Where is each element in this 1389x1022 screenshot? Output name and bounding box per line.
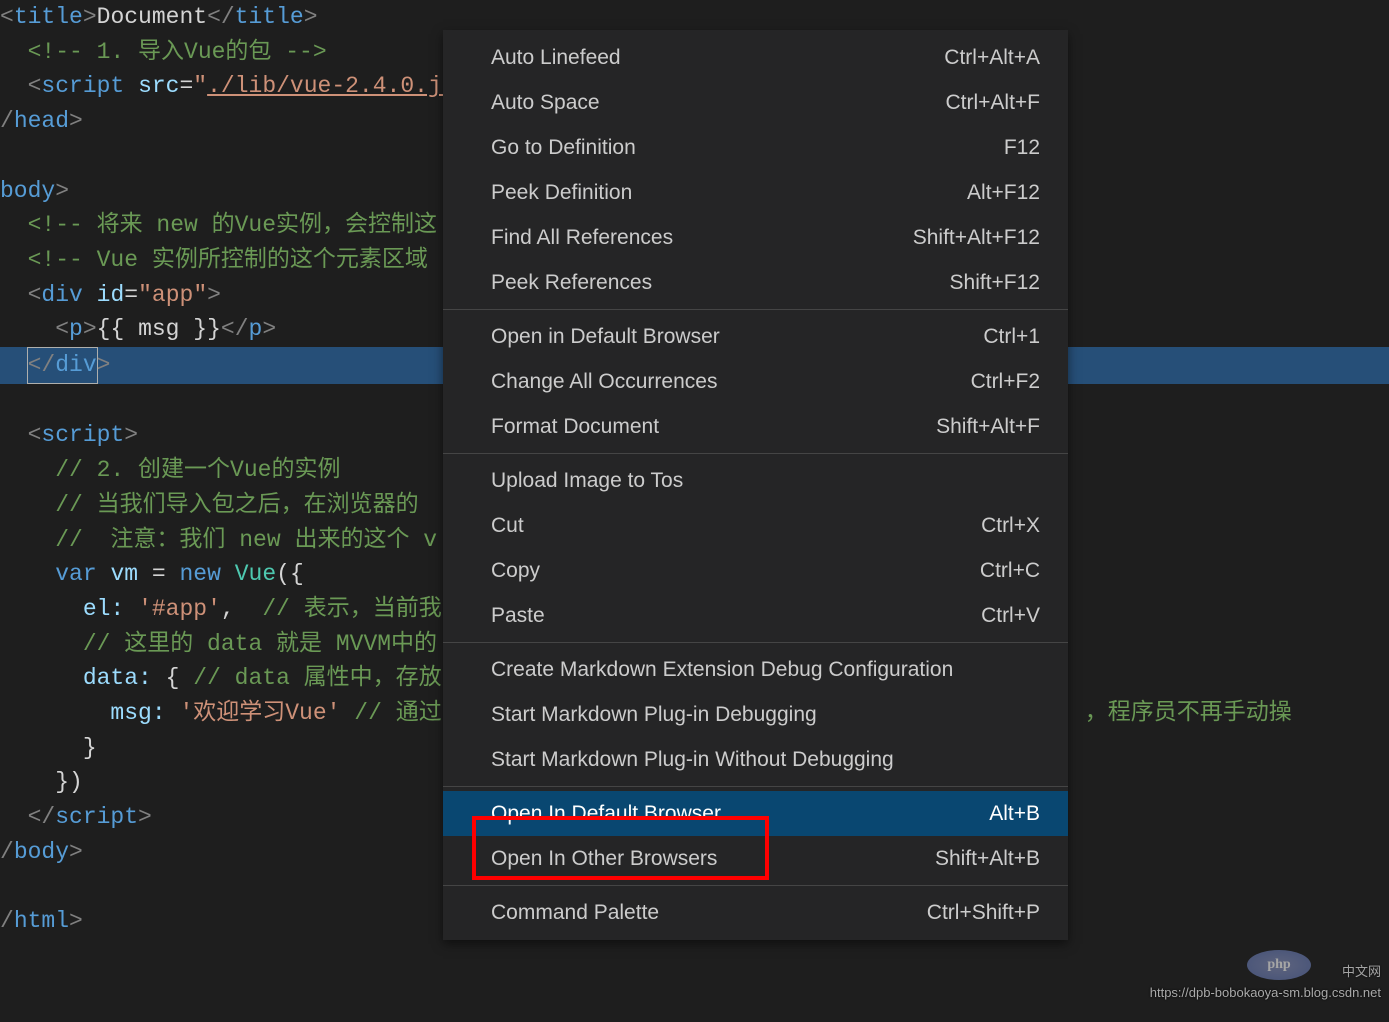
menu-item-label: Format Document: [491, 415, 659, 439]
menu-item-shortcut: Alt+B: [989, 802, 1040, 826]
menu-item-label: Change All Occurrences: [491, 370, 717, 394]
menu-item-shortcut: Ctrl+1: [983, 325, 1040, 349]
menu-item-label: Find All References: [491, 226, 673, 250]
menu-item-format-document[interactable]: Format Document Shift+Alt+F: [443, 404, 1068, 449]
code-editor[interactable]: <title>Document</title> <!-- 1. 导入Vue的包 …: [0, 0, 1389, 1022]
menu-item-start-markdown-plug-in-debugging[interactable]: Start Markdown Plug-in Debugging: [443, 692, 1068, 737]
menu-item-label: Upload Image to Tos: [491, 469, 683, 493]
menu-item-label: Auto Linefeed: [491, 46, 621, 70]
menu-item-go-to-definition[interactable]: Go to Definition F12: [443, 125, 1068, 170]
menu-item-label: Start Markdown Plug-in Without Debugging: [491, 748, 894, 772]
menu-item-label: Go to Definition: [491, 136, 636, 160]
menu-item-upload-image-to-tos[interactable]: Upload Image to Tos: [443, 458, 1068, 503]
menu-separator: [443, 786, 1068, 787]
menu-item-shortcut: Shift+Alt+B: [935, 847, 1040, 871]
menu-item-paste[interactable]: Paste Ctrl+V: [443, 593, 1068, 638]
menu-item-command-palette[interactable]: Command Palette Ctrl+Shift+P: [443, 890, 1068, 935]
menu-item-cut[interactable]: Cut Ctrl+X: [443, 503, 1068, 548]
menu-item-shortcut: Ctrl+Alt+F: [945, 91, 1040, 115]
menu-item-label: Auto Space: [491, 91, 600, 115]
menu-item-shortcut: Alt+F12: [967, 181, 1040, 205]
menu-item-start-markdown-plug-in-without-debugging[interactable]: Start Markdown Plug-in Without Debugging: [443, 737, 1068, 782]
menu-item-label: Open in Default Browser: [491, 325, 720, 349]
menu-separator: [443, 885, 1068, 886]
menu-item-label: Peek References: [491, 271, 652, 295]
menu-separator: [443, 453, 1068, 454]
menu-item-shortcut: Shift+Alt+F: [936, 415, 1040, 439]
menu-item-shortcut: Ctrl+X: [981, 514, 1040, 538]
menu-item-label: Create Markdown Extension Debug Configur…: [491, 658, 953, 682]
menu-item-auto-linefeed[interactable]: Auto Linefeed Ctrl+Alt+A: [443, 35, 1068, 80]
menu-separator: [443, 309, 1068, 310]
menu-item-label: Cut: [491, 514, 524, 538]
menu-item-shortcut: Shift+Alt+F12: [913, 226, 1040, 250]
menu-item-peek-references[interactable]: Peek References Shift+F12: [443, 260, 1068, 305]
menu-item-shortcut: Ctrl+Alt+A: [944, 46, 1040, 70]
menu-item-shortcut: Shift+F12: [950, 271, 1040, 295]
menu-item-auto-space[interactable]: Auto Space Ctrl+Alt+F: [443, 80, 1068, 125]
menu-item-label: Start Markdown Plug-in Debugging: [491, 703, 817, 727]
context-menu: Auto Linefeed Ctrl+Alt+A Auto Space Ctrl+Al…: [443, 30, 1068, 940]
menu-item-label: Copy: [491, 559, 540, 583]
menu-item-find-all-references[interactable]: Find All References Shift+Alt+F12: [443, 215, 1068, 260]
php-logo-watermark: php: [1247, 950, 1311, 980]
menu-separator: [443, 642, 1068, 643]
menu-item-shortcut: F12: [1004, 136, 1040, 160]
watermark-url: https://dpb-bobokaoya-sm.blog.csdn.net: [1150, 985, 1381, 1000]
menu-item-label: Open In Default Browser: [491, 802, 721, 826]
menu-item-shortcut: Ctrl+Shift+P: [927, 901, 1040, 925]
menu-item-open-in-default-browser[interactable]: Open In Default Browser Alt+B: [443, 791, 1068, 836]
menu-item-create-markdown-extension-debug-configuration[interactable]: Create Markdown Extension Debug Configur…: [443, 647, 1068, 692]
menu-item-label: Open In Other Browsers: [491, 847, 717, 871]
watermark-brand-cn: 中文网: [1342, 961, 1381, 980]
menu-item-peek-definition[interactable]: Peek Definition Alt+F12: [443, 170, 1068, 215]
menu-item-change-all-occurrences[interactable]: Change All Occurrences Ctrl+F2: [443, 359, 1068, 404]
menu-item-shortcut: Ctrl+F2: [971, 370, 1040, 394]
menu-item-label: Peek Definition: [491, 181, 632, 205]
menu-item-label: Command Palette: [491, 901, 659, 925]
menu-item-shortcut: Ctrl+C: [980, 559, 1040, 583]
menu-item-open-in-default-browser[interactable]: Open in Default Browser Ctrl+1: [443, 314, 1068, 359]
menu-item-open-in-other-browsers[interactable]: Open In Other Browsers Shift+Alt+B: [443, 836, 1068, 881]
menu-item-copy[interactable]: Copy Ctrl+C: [443, 548, 1068, 593]
menu-item-label: Paste: [491, 604, 545, 628]
menu-item-shortcut: Ctrl+V: [981, 604, 1040, 628]
